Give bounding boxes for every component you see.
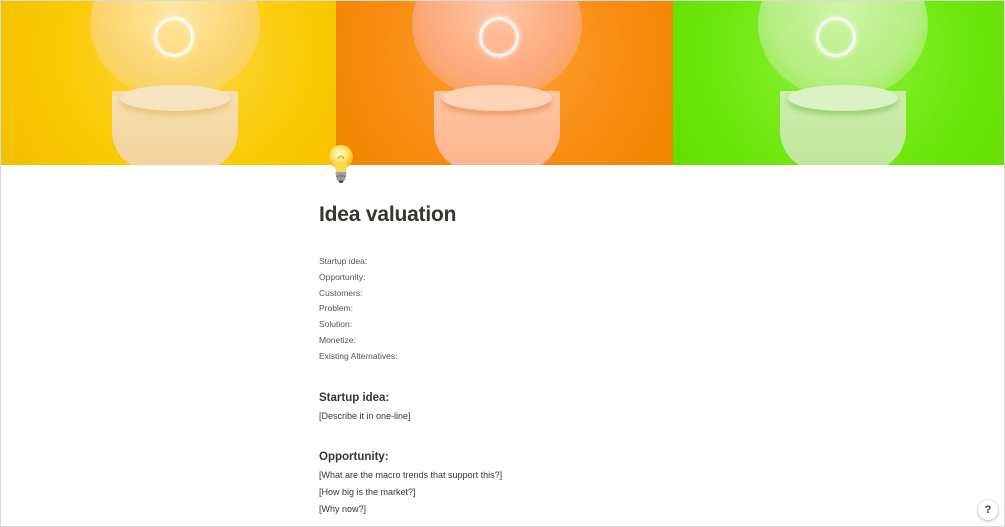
heading-opportunity[interactable]: Opportunity: — [319, 451, 389, 463]
help-button[interactable]: ? — [978, 500, 998, 520]
properties-list: Startup idea: Opportunity: Customers: Pr… — [319, 255, 397, 366]
heading-startup-idea[interactable]: Startup idea: — [319, 392, 389, 404]
property-monetize[interactable]: Monetize: — [319, 334, 397, 350]
lightbulb-icon[interactable] — [323, 143, 359, 185]
property-customers[interactable]: Customers: — [319, 287, 397, 303]
property-problem[interactable]: Problem: — [319, 302, 397, 318]
property-opportunity[interactable]: Opportunity: — [319, 271, 397, 287]
help-icon: ? — [984, 504, 992, 516]
text-block[interactable]: [How big is the market?] — [319, 487, 416, 497]
text-block[interactable]: [Describe it in one-line] — [319, 411, 411, 421]
property-startup-idea[interactable]: Startup idea: — [319, 255, 397, 271]
property-existing-alternatives[interactable]: Existing Alternatives: — [319, 350, 397, 366]
text-block[interactable]: [What are the macro trends that support … — [319, 470, 502, 480]
notion-page: Idea valuation Startup idea: Opportunity… — [0, 0, 1005, 527]
text-block[interactable]: [Why now?] — [319, 504, 366, 514]
lightbulb-illustration-green — [1, 1, 1004, 165]
cover-image[interactable] — [1, 1, 1004, 165]
page-title[interactable]: Idea valuation — [319, 203, 456, 227]
property-solution[interactable]: Solution: — [319, 318, 397, 334]
